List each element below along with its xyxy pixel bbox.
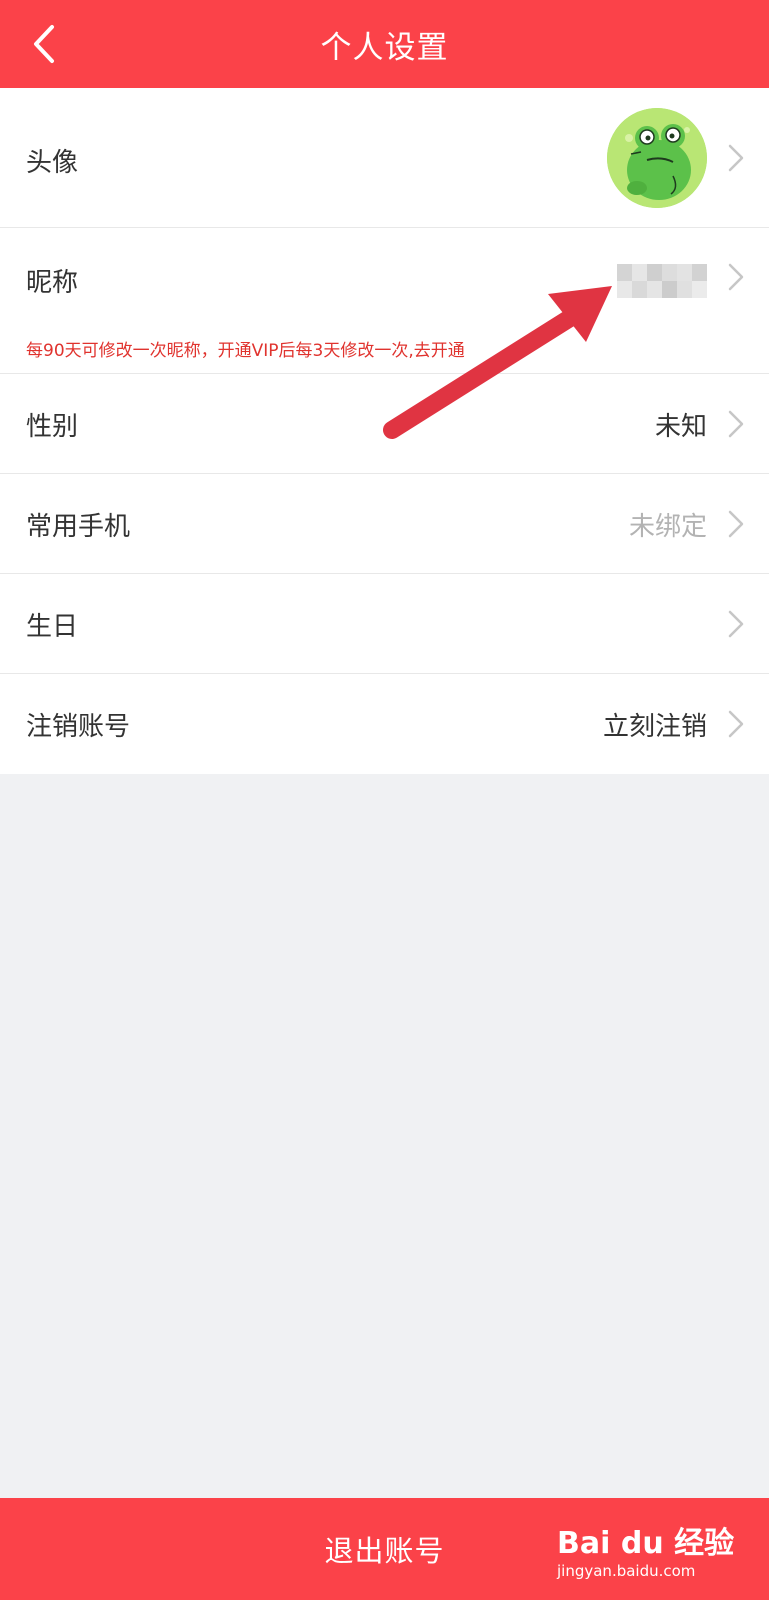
chevron-right-icon: [728, 144, 744, 172]
avatar[interactable]: [607, 108, 707, 208]
top-navigation-bar: 个人设置: [0, 0, 769, 88]
row-label-birthday: 生日: [26, 612, 79, 642]
chevron-right-icon: [728, 610, 744, 638]
cancel-account-value: 立刻注销: [602, 712, 707, 742]
nickname-value-blurred: [617, 264, 707, 298]
row-label-phone: 常用手机: [26, 512, 131, 542]
frog-avatar-image: [607, 108, 707, 208]
watermark-logo: Bai du 经验: [557, 1526, 735, 1561]
row-label-gender: 性别: [26, 412, 79, 442]
page-title: 个人设置: [320, 29, 449, 66]
row-label-nickname: 昵称: [26, 268, 79, 298]
row-label-avatar: 头像: [26, 148, 79, 178]
settings-row-avatar[interactable]: 头像: [0, 88, 769, 228]
settings-row-birthday[interactable]: 生日: [0, 574, 769, 674]
settings-row-nickname[interactable]: 昵称 每90天可修改一次昵称，开通VIP后每3天修改一次,去开通: [0, 228, 769, 374]
chevron-right-icon: [728, 410, 744, 438]
phone-value: 未绑定: [628, 512, 707, 542]
watermark-url: jingyan.baidu.com: [557, 1562, 696, 1580]
gender-value: 未知: [654, 412, 707, 442]
baidu-jingyan-watermark: Bai du 经验 jingyan.baidu.com: [557, 1518, 747, 1588]
back-button[interactable]: [22, 22, 66, 66]
chevron-right-icon: [728, 710, 744, 738]
settings-row-cancel-account[interactable]: 注销账号 立刻注销: [0, 674, 769, 774]
settings-list: 头像 昵称 每90天可修改一次昵称，开通VIP后每3天修改一次,去开通 性别 未…: [0, 88, 769, 774]
chevron-right-icon: [728, 510, 744, 538]
row-label-cancel-account: 注销账号: [26, 712, 131, 742]
chevron-right-icon: [728, 263, 744, 291]
settings-row-gender[interactable]: 性别 未知: [0, 374, 769, 474]
settings-row-phone[interactable]: 常用手机 未绑定: [0, 474, 769, 574]
chevron-left-icon: [34, 25, 54, 63]
logout-label: 退出账号: [324, 1534, 445, 1568]
nickname-change-note[interactable]: 每90天可修改一次昵称，开通VIP后每3天修改一次,去开通: [26, 336, 465, 361]
